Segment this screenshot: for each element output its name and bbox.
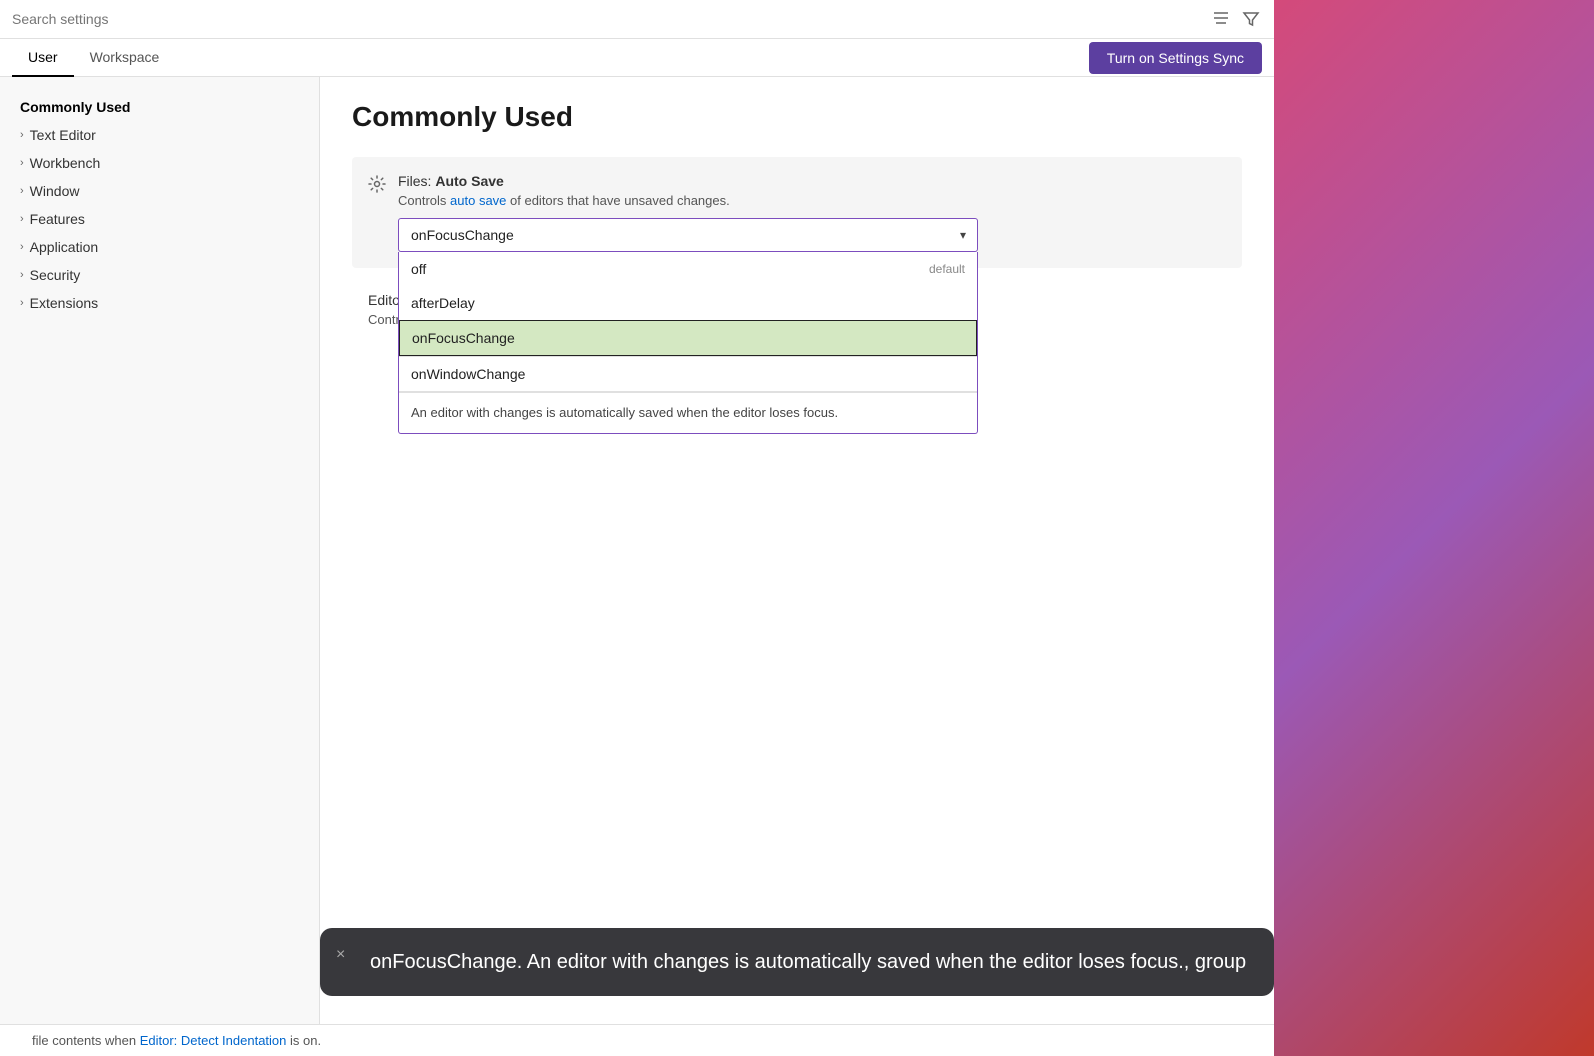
- tabs-row: User Workspace Turn on Settings Sync: [0, 39, 1274, 77]
- auto-save-setting-row: Files: Auto Save Controls auto save of e…: [352, 157, 1242, 268]
- chevron-icon: ›: [20, 269, 24, 281]
- sidebar-item-label: Application: [30, 239, 99, 255]
- tab-user[interactable]: User: [12, 39, 74, 77]
- main-layout: Commonly Used › Text Editor › Workbench …: [0, 77, 1274, 1024]
- tabs-left: User Workspace: [12, 39, 175, 76]
- option-label-on-focus-change: onFocusChange: [412, 330, 515, 346]
- search-input-wrapper: [12, 11, 1202, 27]
- search-icons: [1210, 8, 1262, 30]
- sidebar-item-label: Extensions: [30, 295, 98, 311]
- chevron-icon: ›: [20, 129, 24, 141]
- dropdown-option-on-window-change[interactable]: onWindowChange: [399, 357, 977, 391]
- auto-save-select[interactable]: off afterDelay onFocusChange onWindowCha…: [398, 218, 978, 252]
- sidebar-item-text-editor[interactable]: › Text Editor: [0, 121, 319, 149]
- option-label-after-delay: afterDelay: [411, 295, 475, 311]
- sidebar-item-label: Text Editor: [30, 127, 96, 143]
- setting-desc-suffix: of editors that have unsaved changes.: [506, 193, 729, 208]
- sidebar-item-label: Security: [30, 267, 81, 283]
- sidebar-item-extensions[interactable]: › Extensions: [0, 289, 319, 317]
- sidebar: Commonly Used › Text Editor › Workbench …: [0, 77, 320, 1024]
- sidebar-item-commonly-used[interactable]: Commonly Used: [0, 93, 319, 121]
- bottom-bar-prefix: file contents when: [32, 1033, 140, 1048]
- sidebar-item-window[interactable]: › Window: [0, 177, 319, 205]
- list-filter-icon[interactable]: [1210, 9, 1232, 29]
- content-area: Commonly Used Files: Auto Save Controls …: [320, 77, 1274, 1024]
- setting-label-bold: Auto Save: [435, 173, 503, 189]
- chevron-icon: ›: [20, 241, 24, 253]
- auto-save-link[interactable]: auto save: [450, 193, 506, 208]
- dropdown-option-after-delay[interactable]: afterDelay: [399, 286, 977, 320]
- option-default-tag: default: [929, 262, 965, 276]
- option-label-on-window-change: onWindowChange: [411, 366, 525, 382]
- option-label-off: off: [411, 261, 426, 277]
- setting-content: Files: Auto Save Controls auto save of e…: [398, 173, 1226, 252]
- chevron-icon: ›: [20, 213, 24, 225]
- sidebar-item-label: Commonly Used: [20, 99, 130, 115]
- section-title: Commonly Used: [352, 101, 1242, 133]
- sidebar-item-label: Features: [30, 211, 85, 227]
- sidebar-item-security[interactable]: › Security: [0, 261, 319, 289]
- dropdown-option-on-focus-change[interactable]: onFocusChange: [399, 320, 977, 356]
- setting-label: Files: Auto Save: [398, 173, 1226, 189]
- setting-label-prefix: Files:: [398, 173, 435, 189]
- dropdown-option-off[interactable]: off default: [399, 252, 977, 286]
- search-input[interactable]: [12, 11, 1202, 27]
- chevron-icon: ›: [20, 157, 24, 169]
- bottom-bar: file contents when Editor: Detect Indent…: [0, 1024, 1274, 1056]
- search-bar: [0, 0, 1274, 39]
- tab-workspace[interactable]: Workspace: [74, 39, 176, 77]
- sidebar-item-label: Workbench: [30, 155, 101, 171]
- detect-indentation-link[interactable]: Editor: Detect Indentation: [140, 1033, 287, 1048]
- gear-icon: [368, 175, 386, 198]
- bottom-bar-suffix: is on.: [286, 1033, 321, 1048]
- filter-icon[interactable]: [1240, 8, 1262, 30]
- dropdown-wrapper: off afterDelay onFocusChange onWindowCha…: [398, 218, 978, 252]
- bottom-tooltip: × onFocusChange. An editor with changes …: [320, 928, 1274, 996]
- sidebar-item-application[interactable]: › Application: [0, 233, 319, 261]
- sync-button[interactable]: Turn on Settings Sync: [1089, 42, 1262, 74]
- tooltip-text: onFocusChange. An editor with changes is…: [370, 951, 1246, 973]
- setting-desc-prefix: Controls: [398, 193, 450, 208]
- sidebar-item-features[interactable]: › Features: [0, 205, 319, 233]
- chevron-icon: ›: [20, 297, 24, 309]
- sidebar-item-workbench[interactable]: › Workbench: [0, 149, 319, 177]
- dropdown-list: off default afterDelay onFocusChange: [398, 252, 978, 434]
- sidebar-item-label: Window: [30, 183, 80, 199]
- dropdown-tooltip-text: An editor with changes is automatically …: [399, 392, 977, 433]
- setting-desc: Controls auto save of editors that have …: [398, 193, 1226, 208]
- tooltip-close-button[interactable]: ×: [336, 946, 345, 964]
- chevron-icon: ›: [20, 185, 24, 197]
